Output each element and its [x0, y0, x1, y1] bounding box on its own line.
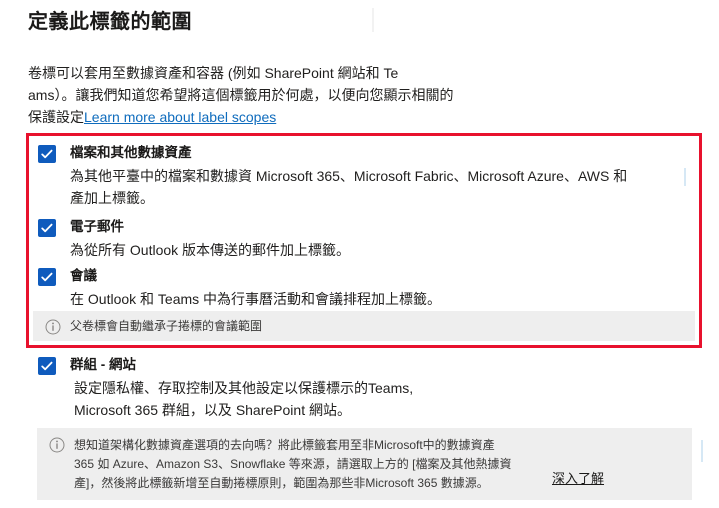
info-bar-structured-line: 產]，然後將此標籤新增至自動捲標原則，範圍為那些非Microsoft 365 數…	[74, 476, 489, 490]
info-icon	[45, 319, 61, 335]
info-bar-structured-data-assets: 想知道架構化數據資產選項的去向嗎？將此標籤套用至非Microsoft中的數據資產…	[37, 428, 692, 500]
intro-paragraph: 卷標可以套用至數據資產和容器 (例如 SharePoint 網站和 Te ams…	[28, 62, 548, 128]
scroll-artifact	[701, 440, 703, 462]
learn-more-about-label-scopes-link[interactable]: Learn more about label scopes	[84, 109, 276, 125]
scope-title-files-and-other-data-assets: 檔案和其他數據資產	[70, 145, 192, 160]
info-bar-meeting-line: 父卷標會自動繼承子捲標的會議範圍	[70, 319, 263, 333]
scope-desc-line: 設定隱私權、存取控制及其他設定以保護標示的Teams,	[74, 380, 414, 396]
scope-desc-line: 為其他平臺中的檔案和數據資 Microsoft 365、Microsoft Fa…	[70, 168, 628, 184]
scope-title-meetings: 會議	[70, 268, 97, 283]
scope-desc-line: Microsoft 365 群組，以及 SharePoint 網站。	[74, 402, 351, 418]
checkbox-email[interactable]	[38, 219, 56, 237]
scope-desc-line: 在 Outlook 和 Teams 中為行事曆活動和會議排程加上標籤。	[70, 291, 442, 307]
scope-description-files-and-other-data-assets: 為其他平臺中的檔案和數據資 Microsoft 365、Microsoft Fa…	[70, 165, 710, 209]
checkbox-meetings[interactable]	[38, 268, 56, 286]
info-bar-structured-line: 想知道架構化數據資產選項的去向嗎？將此標籤套用至非Microsoft中的數據資產	[74, 438, 495, 452]
scroll-artifact	[372, 8, 374, 32]
scope-description-meetings: 在 Outlook 和 Teams 中為行事曆活動和會議排程加上標籤。	[70, 288, 710, 310]
info-bar-structured-text: 想知道架構化數據資產選項的去向嗎？將此標籤套用至非Microsoft中的數據資產…	[74, 436, 511, 493]
checkbox-groups-and-sites[interactable]	[38, 357, 56, 375]
intro-line-3-text: 保護設定	[28, 109, 84, 125]
scope-description-groups-and-sites: 設定隱私權、存取控制及其他設定以保護標示的Teams, Microsoft 36…	[74, 377, 714, 421]
scroll-artifact	[684, 168, 686, 186]
info-icon	[49, 437, 65, 453]
label-scope-page: 定義此標籤的範圍 卷標可以套用至數據資產和容器 (例如 SharePoint 網…	[0, 0, 719, 508]
intro-line-2: ams）。讓我們知道您希望將這個標籤用於何處，以便向您顯示相關的	[28, 87, 454, 103]
scope-description-email: 為從所有 Outlook 版本傳送的郵件加上標籤。	[70, 239, 710, 261]
checkbox-files-and-other-data-assets[interactable]	[38, 145, 56, 163]
scope-desc-line: 產加上標籤。	[70, 190, 154, 206]
scope-desc-line: 為從所有 Outlook 版本傳送的郵件加上標籤。	[70, 242, 351, 258]
intro-line-3: 保護設定Learn more about label scopes	[28, 106, 548, 128]
info-bar-meeting-inheritance: 父卷標會自動繼承子捲標的會議範圍	[33, 311, 695, 341]
intro-line-1: 卷標可以套用至數據資產和容器 (例如 SharePoint 網站和 Te	[28, 65, 399, 81]
scope-title-groups-and-sites: 群組 - 網站	[70, 357, 136, 372]
info-bar-meeting-text: 父卷標會自動繼承子捲標的會議範圍	[70, 318, 262, 334]
info-bar-structured-line: 365 如 Azure、Amazon S3、Snowflake 等來源，請選取上…	[74, 457, 512, 471]
learn-more-link[interactable]: 深入了解	[552, 468, 604, 487]
scope-title-email: 電子郵件	[70, 219, 124, 234]
page-title: 定義此標籤的範圍	[28, 11, 192, 33]
